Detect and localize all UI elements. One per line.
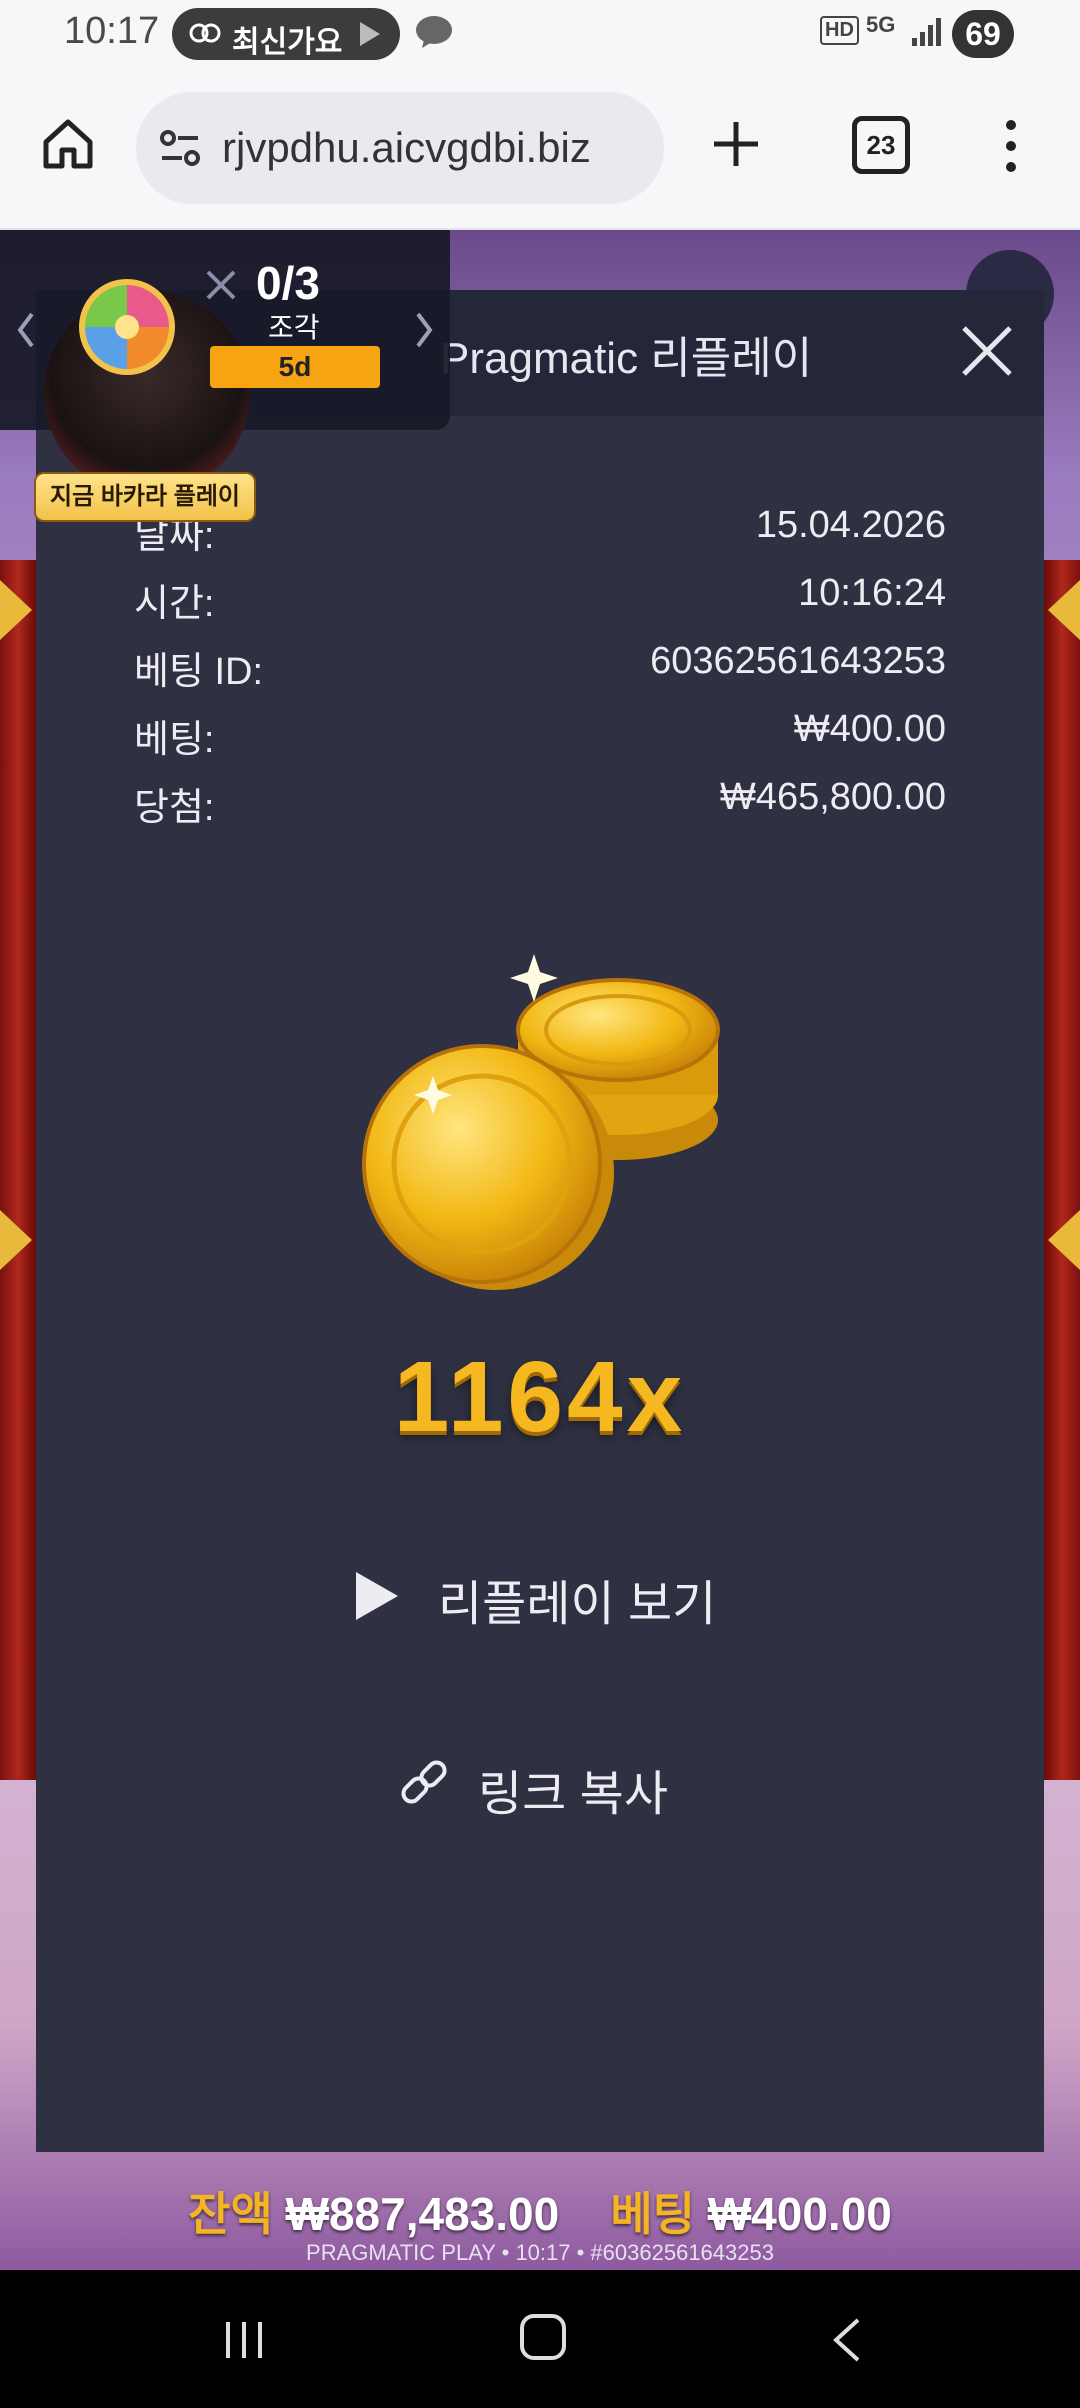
total-bet-label: 베팅 [610,2188,695,2240]
url-text: rjvpdhu.aicvgdbi.biz [222,124,591,171]
hd-icon: HD [820,16,859,45]
replay-modal: Pragmatic 리플레이 날짜: 15.04.2026 시간: 10:16:… [36,290,1044,2152]
bet-label: 베팅: [134,719,215,761]
status-bar: 10:17 최신가요 HD 5G 69 [0,0,1080,70]
balance-value: ₩887,483.00 [285,2188,560,2240]
chevron-right-icon[interactable] [412,310,436,350]
bet-id-value: 60362561643253 [650,640,946,682]
site-settings-icon[interactable] [158,128,202,168]
bet-row: 베팅: ₩400.00 [134,708,946,761]
balance-line: 잔액 ₩887,483.00 베팅 ₩400.00 [0,2178,1080,2244]
copy-link-label: 링크 복사 [478,1768,668,1821]
play-icon [356,1572,398,1620]
win-row: 당첨: ₩465,800.00 [134,776,946,829]
system-nav-bar [0,2272,1080,2408]
watch-replay-button[interactable]: 리플레이 보기 [356,1560,776,1631]
days-badge: 5d [210,346,380,388]
address-bar[interactable]: rjvpdhu.aicvgdbi.biz [136,92,664,204]
bet-value: ₩400.00 [793,708,946,750]
balance-bar: 잔액 ₩887,483.00 베팅 ₩400.00 PRAGMATIC PLAY… [0,2162,1080,2270]
date-value: 15.04.2026 [755,504,946,546]
watch-replay-label: 리플레이 보기 [438,1578,717,1631]
browser-toolbar: rjvpdhu.aicvgdbi.biz 23 [0,70,1080,230]
modal-title: Pragmatic 리플레이 [440,334,813,383]
prize-wheel-icon [79,279,175,375]
promo-widget[interactable]: 0/3 조각 5d [0,230,450,496]
network-type: 5G [866,12,896,37]
tabs-icon[interactable]: 23 [852,116,910,174]
bet-id-label: 베팅 ID: [134,651,264,693]
pieces-count: 0/3 [256,257,320,309]
bet-id-row: 베팅 ID: 60362561643253 [134,640,946,693]
play-baccarat-button[interactable]: 지금 바카라 플레이 [34,472,256,522]
home-icon[interactable] [38,114,98,174]
recent-apps-icon[interactable] [222,2318,266,2362]
time-label: 시간: [134,583,215,625]
loop-icon [189,23,221,43]
time-value: 10:16:24 [798,572,946,614]
talk-icon [416,16,452,48]
signal-icon [912,18,941,46]
back-icon[interactable] [828,2316,868,2364]
link-icon [401,1760,447,1804]
win-multiplier: 1164x [393,1341,687,1453]
pillar-right [1044,560,1080,1780]
coins-icon [362,954,720,1290]
new-tab-icon[interactable] [708,116,764,172]
time-row: 시간: 10:16:24 [134,572,946,625]
balance-label: 잔액 [188,2188,273,2240]
now-playing-pill[interactable]: 최신가요 [172,8,400,60]
pillar-left [0,560,36,1780]
battery-icon: 69 [952,10,1014,58]
home-button[interactable] [520,2314,566,2360]
total-bet-value: ₩400.00 [707,2188,892,2240]
round-footer: PRAGMATIC PLAY • 10:17 • #60362561643253 [306,2240,774,2265]
play-icon [360,22,380,46]
close-icon[interactable] [960,324,1014,378]
copy-link-button[interactable]: 링크 복사 [396,1750,736,1821]
pieces-label: 조각 [268,312,320,343]
win-value: ₩465,800.00 [719,776,946,818]
close-icon[interactable] [204,268,238,302]
more-menu-icon[interactable] [1004,118,1018,174]
status-time: 10:17 [64,10,160,52]
chevron-left-icon[interactable] [14,310,38,350]
now-playing-label: 최신가요 [232,26,343,59]
win-label: 당첨: [134,787,215,829]
